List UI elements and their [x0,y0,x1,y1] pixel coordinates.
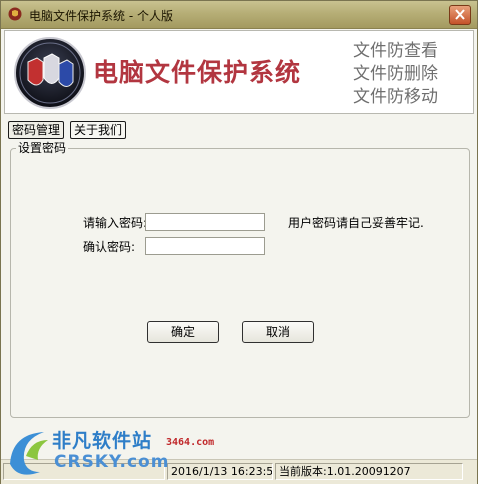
set-password-group: 设置密码 请输入密码: 用户密码请自己妥善牢记. 确认密码: 确定 取消 [10,141,470,418]
watermark-cn: 非凡软件站 [52,430,153,452]
password-hint: 用户密码请自己妥善牢记. [288,216,424,230]
main-window: 电脑文件保护系统 - 个人版 电脑文件保护系统 文件防查看 文件防删除 文件防移… [0,0,478,484]
app-icon [8,7,22,21]
close-icon [455,9,465,20]
password-input[interactable] [145,213,265,231]
group-title: 设置密码 [16,141,69,155]
slogan-line: 文件防查看 [353,41,438,61]
watermark-en: CRSKY.com [54,452,170,472]
swirl-logo-icon [10,432,48,475]
slogan-line: 文件防删除 [353,64,438,84]
watermark-logo: 非凡软件站 CRSKY.com [0,420,168,484]
status-version: 当前版本:1.01.20091207 [275,463,463,480]
shield-logo-icon [14,37,86,109]
confirm-password-label: 确认密码: [82,240,135,254]
close-button[interactable] [449,5,471,25]
tab-about-us[interactable]: 关于我们 [70,121,127,139]
slogan-line: 文件防移动 [353,87,438,107]
banner: 电脑文件保护系统 文件防查看 文件防删除 文件防移动 [4,30,474,114]
password-label: 请输入密码: [82,216,147,230]
ok-button[interactable]: 确定 [147,321,219,343]
slogan-list: 文件防查看 文件防删除 文件防移动 [353,40,438,109]
status-datetime: 2016/1/13 16:23:5 [167,463,273,480]
tab-password-management[interactable]: 密码管理 [8,121,65,139]
window-title: 电脑文件保护系统 - 个人版 [29,9,173,23]
watermark-site: 3464.com [166,437,215,448]
cancel-button[interactable]: 取消 [242,321,314,343]
title-bar[interactable]: 电脑文件保护系统 - 个人版 [1,1,477,29]
brand-title: 电脑文件保护系统 [93,58,302,87]
confirm-password-input[interactable] [145,237,265,255]
